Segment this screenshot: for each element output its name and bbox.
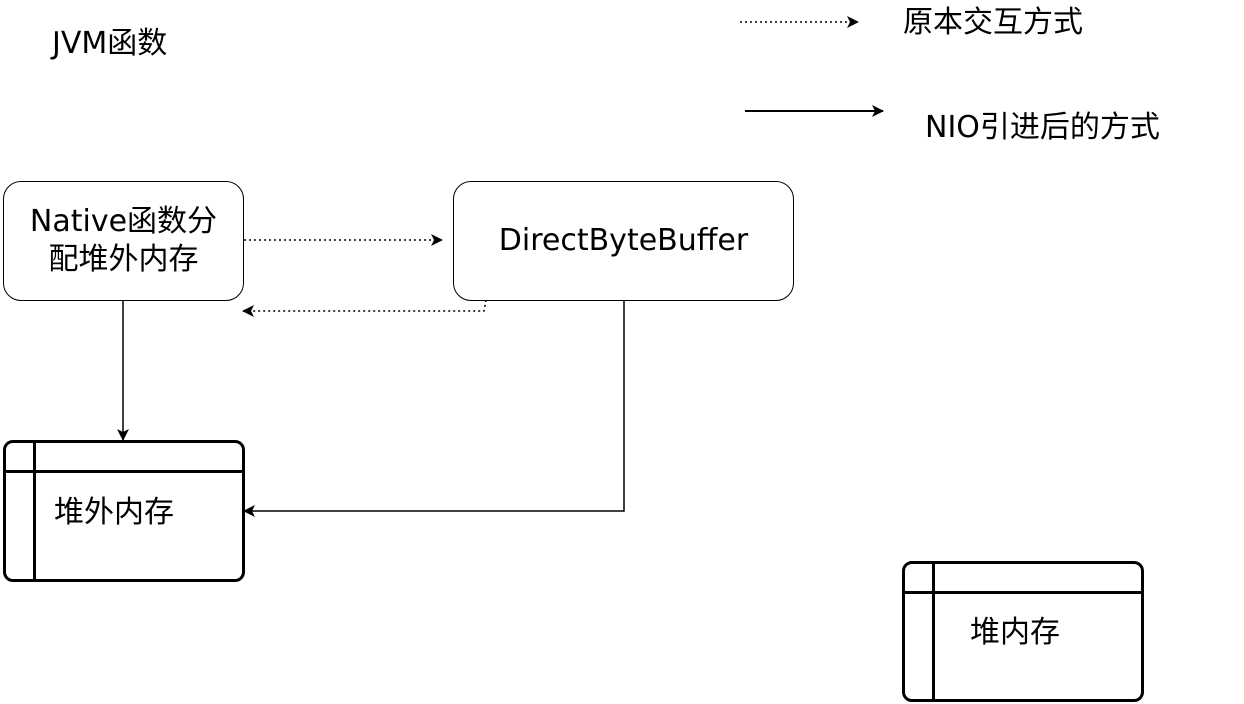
off-heap-store-side-line: [33, 443, 36, 579]
native-function-node[interactable]: Native函数分 配堆外内存: [3, 181, 244, 301]
legend-nio-label: NIO引进后的方式: [925, 110, 1160, 145]
heap-memory-store[interactable]: 堆内存: [902, 561, 1144, 702]
heap-memory-label: 堆内存: [970, 615, 1060, 650]
heap-store-header-line: [905, 591, 1141, 594]
off-heap-store-header-line: [6, 470, 242, 473]
diagram-title: JVM函数: [52, 26, 168, 61]
legend-original-label: 原本交互方式: [903, 5, 1083, 40]
heap-store-side-line: [932, 564, 935, 699]
off-heap-memory-store[interactable]: 堆外内存: [3, 440, 245, 582]
off-heap-memory-label: 堆外内存: [54, 495, 174, 530]
edge-directbuffer-to-offheap: [243, 300, 625, 517]
native-function-line1: Native函数分: [29, 204, 218, 239]
direct-byte-buffer-node[interactable]: DirectByteBuffer: [453, 181, 794, 301]
direct-byte-buffer-label: DirectByteBuffer: [498, 223, 749, 258]
edge-directbuffer-to-native: [242, 299, 487, 317]
native-function-line2: 配堆外内存: [48, 242, 199, 277]
